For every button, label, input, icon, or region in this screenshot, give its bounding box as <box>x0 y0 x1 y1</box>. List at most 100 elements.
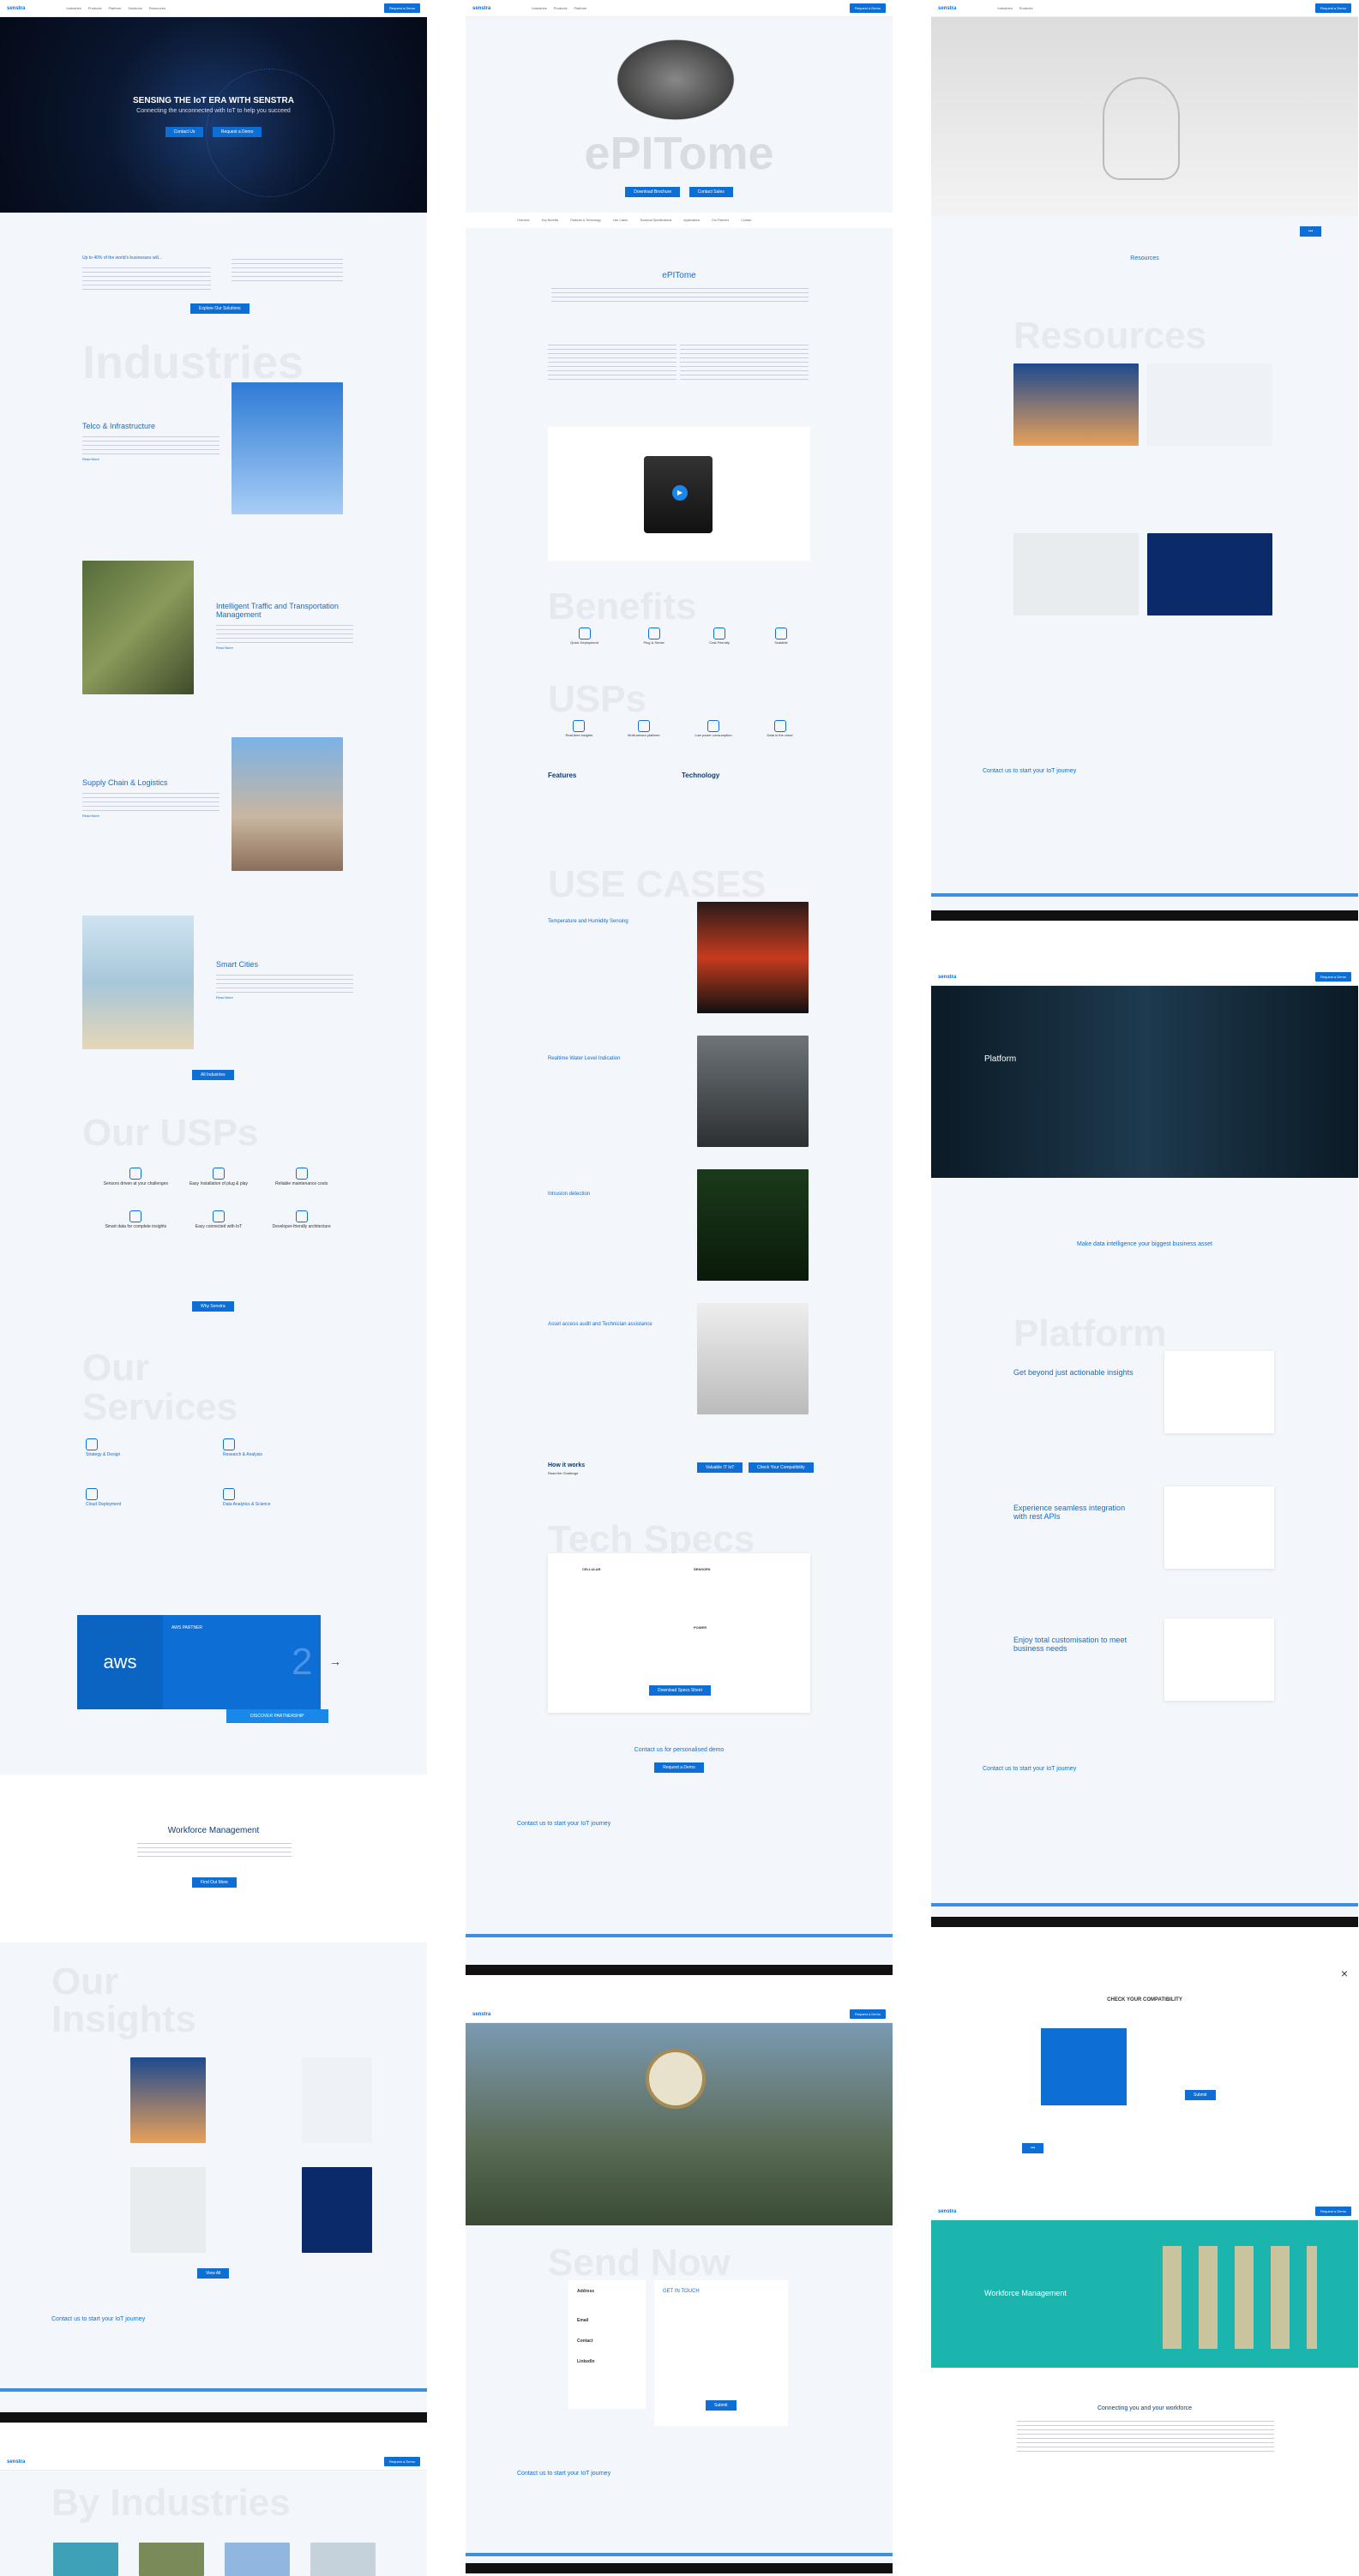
footer-bar <box>0 2412 427 2423</box>
demo-button[interactable]: Request a Demo <box>212 127 262 137</box>
workforce-connect-heading: Connecting you and your workforce <box>1097 2405 1193 2411</box>
benefit-icon <box>775 627 788 639</box>
nav-item[interactable]: Products <box>88 6 102 10</box>
by-industries-heading: By Industries <box>51 2482 291 2524</box>
industry-card: Supply Chain & Logistics Read More <box>82 778 219 818</box>
benefits-heading: Benefits <box>548 585 697 627</box>
nav-item[interactable]: Platform <box>109 6 122 10</box>
demo-button[interactable]: Request a Demo <box>654 1762 704 1773</box>
how-btn-1[interactable]: Valuable IT IoT <box>697 1462 743 1473</box>
tab[interactable]: Our Partners <box>712 219 729 222</box>
aws-title: AWS PARTNER <box>171 1625 203 1630</box>
top-nav: senstra Industries Products Platform Req… <box>466 0 893 17</box>
service-item[interactable]: Research & Analysis <box>223 1438 343 1457</box>
feature-title: Experience seamless integration with res… <box>1013 1504 1126 1521</box>
usps-heading: Our USPs <box>82 1112 259 1154</box>
service-item[interactable]: Data Analytics & Science <box>223 1488 343 1507</box>
top-nav: senstra Request a Demo <box>931 2203 1358 2220</box>
by-industries-section: By Industries <box>0 2471 427 2576</box>
tab[interactable]: Contact <box>741 219 751 222</box>
nav-item[interactable]: Resources <box>149 6 165 10</box>
read-more-link[interactable]: Read More <box>82 457 99 461</box>
column-home: senstra Industries Products Platform Sol… <box>0 0 427 2576</box>
product-video[interactable]: ▶ <box>548 427 810 561</box>
contact-button[interactable]: Contact Us <box>165 127 204 137</box>
contact-hero <box>466 2023 893 2225</box>
tab[interactable]: Technical Specifications <box>640 219 671 222</box>
contact-form: GET IN TOUCH Submit <box>654 2280 788 2426</box>
benefit-icon <box>647 627 660 639</box>
top-nav: senstra Industries Products Platform Sol… <box>0 0 427 17</box>
resources-heading: Resources <box>1013 315 1207 357</box>
request-demo-button[interactable]: Request a Demo <box>383 3 420 13</box>
contact-heading: Contact us to start your IoT journey <box>51 2316 146 2322</box>
play-icon[interactable]: ▶ <box>672 485 688 501</box>
nav-item[interactable]: Industries <box>66 6 81 10</box>
footer-bar <box>931 910 1358 921</box>
case-title: Temperature and Humidity Sensing <box>548 919 628 924</box>
home-body: Up to 40% of the world's businesses will… <box>0 213 427 1774</box>
usp-icon <box>212 1168 225 1180</box>
usps-grid: Sensors driven at your challenges Easy I… <box>94 1168 343 1229</box>
usp-item: Easy Installation of plug & play <box>177 1168 261 1186</box>
usps-row: Real-time insights Multi-sensor platform… <box>548 720 810 737</box>
all-industries-button[interactable]: All Industries <box>192 1070 234 1080</box>
how-it-works-heading: How it works <box>548 1462 586 1468</box>
lightbulb-image <box>1103 77 1180 180</box>
view-all-button[interactable]: View All <box>197 2268 230 2279</box>
contact-sales-button[interactable]: Contact Sales <box>689 187 733 197</box>
compat-title: CHECK YOUR COMPATIBILITY <box>1107 1997 1182 2003</box>
industry-title: Intelligent Traffic and Transportation M… <box>216 602 339 619</box>
usps-heading: USPs <box>548 678 646 720</box>
usp-item: Easy connected with IoT <box>177 1210 261 1229</box>
benefit-icon <box>578 627 591 639</box>
find-out-more-button[interactable]: Find Out More <box>192 1877 237 1888</box>
service-item[interactable]: Cloud Deployment <box>86 1488 206 1507</box>
close-icon[interactable]: × <box>1341 1967 1348 1980</box>
read-more-link[interactable]: Read More <box>82 814 99 818</box>
workforce-title: Workforce Management <box>167 1826 260 1835</box>
service-icon <box>86 1488 98 1500</box>
usp-icon <box>295 1210 308 1222</box>
download-specs-button[interactable]: Download Specs Sheet <box>649 1685 711 1696</box>
tab[interactable]: Overview <box>517 219 530 222</box>
column-resources: senstra Industries Products Request a De… <box>931 0 1358 2576</box>
tab[interactable]: Use Cases <box>613 219 628 222</box>
why-senstra-button[interactable]: Why Senstra <box>192 1301 234 1312</box>
use-cases-heading: USE CASES <box>548 863 767 905</box>
platform-heading: Platform <box>1013 1312 1167 1354</box>
contact-heading: Contact us to start your IoT journey <box>983 768 1077 774</box>
footer-bar <box>931 1917 1358 1927</box>
workforce-hero: Workforce Management <box>931 2220 1358 2368</box>
compat-submit-button[interactable]: Submit <box>1185 2090 1216 2100</box>
tab[interactable]: Features & Technology <box>570 219 601 222</box>
top-nav: senstra Request a Demo <box>931 969 1358 986</box>
platform-subtitle: Make data intelligence your biggest busi… <box>1077 1241 1212 1247</box>
workforce-section: Workforce Management Find Out More <box>0 1774 427 1943</box>
download-brochure-button[interactable]: Download Brochure <box>625 187 681 197</box>
usp-icon <box>707 720 719 732</box>
read-more-link[interactable]: Read More <box>216 995 233 1000</box>
usp-item: Reliable maintenance costs <box>260 1168 343 1186</box>
nav-item[interactable]: Solutions <box>128 6 141 10</box>
compatibility-button[interactable]: Check Your Compatibility <box>749 1462 814 1473</box>
hero-title: SENSING THE IoT ERA WITH SENSTRA <box>133 96 294 105</box>
case-title: Realtime Water Level Indication <box>548 1056 621 1061</box>
resources-body: ••• Resources Resources Contact us to st… <box>931 216 1358 919</box>
platform-hero: Platform <box>931 986 1358 1178</box>
explore-button[interactable]: Explore Our Solutions <box>190 303 250 314</box>
tab[interactable]: Applications <box>683 219 700 222</box>
usp-icon <box>773 720 786 732</box>
technology-heading: Technology <box>682 772 720 779</box>
service-item[interactable]: Strategy & Design <box>86 1438 206 1457</box>
benefits-row: Quick Deployment Plug & Sense Cost Frien… <box>548 627 810 645</box>
logo[interactable]: senstra <box>7 6 25 11</box>
hero-subtitle: Connecting the unconnected with IoT to h… <box>136 108 291 114</box>
submit-button[interactable]: Submit <box>706 2400 737 2411</box>
arrow-right-icon[interactable]: → <box>329 1654 341 1668</box>
read-more-link[interactable]: Read More <box>216 646 233 650</box>
service-icon <box>223 1488 235 1500</box>
partnership-button[interactable]: DISCOVER PARTNERSHIP <box>226 1709 328 1723</box>
city-image <box>82 916 194 1049</box>
tab[interactable]: Key Benefits <box>542 219 559 222</box>
